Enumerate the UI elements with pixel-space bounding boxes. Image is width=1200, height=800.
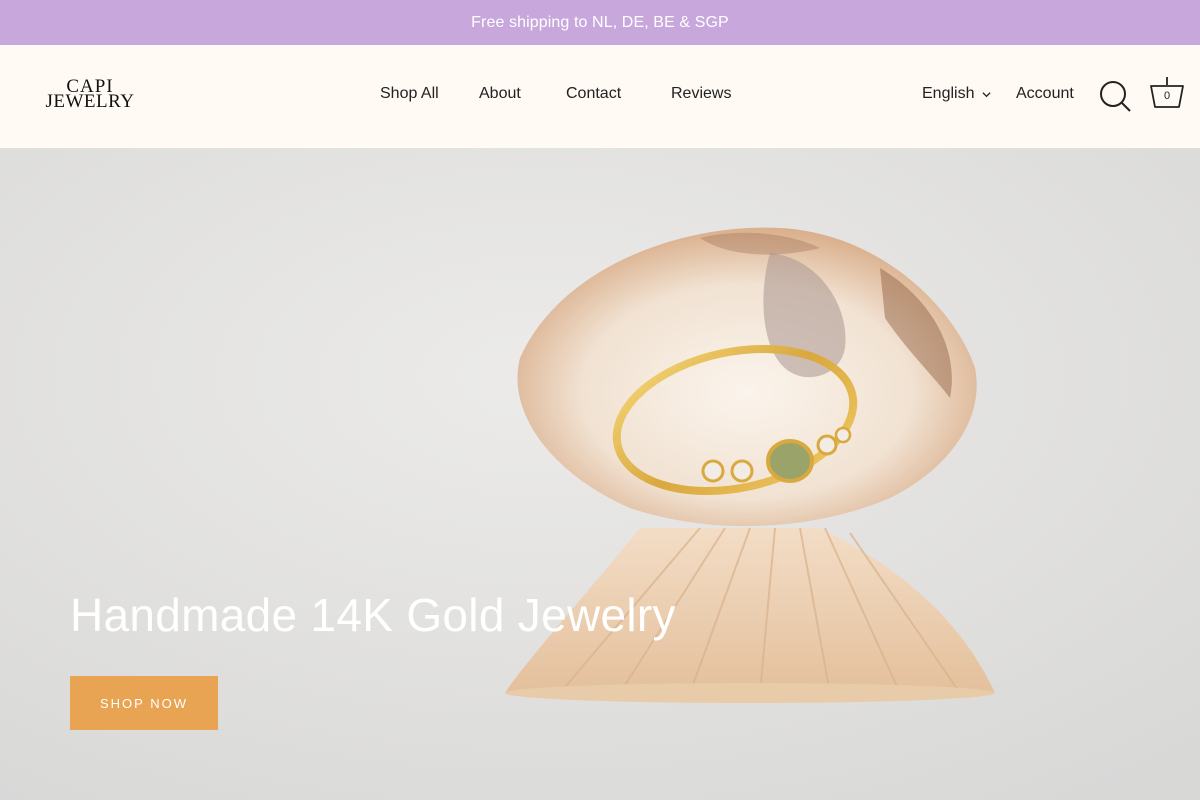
nav-shop-all[interactable]: Shop All [380, 85, 439, 103]
logo-line-2: JEWELRY [45, 91, 135, 112]
hero-title: Handmade 14K Gold Jewelry [70, 589, 676, 641]
shop-now-button[interactable]: SHOP NOW [70, 676, 218, 730]
chevron-down-icon [982, 91, 992, 97]
search-icon[interactable] [1098, 79, 1132, 113]
logo[interactable]: CAPI JEWELRY [40, 77, 140, 115]
nav-reviews[interactable]: Reviews [671, 85, 731, 103]
nav-about[interactable]: About [479, 85, 521, 103]
announcement-bar: Free shipping to NL, DE, BE & SGP [0, 0, 1200, 45]
announcement-text: Free shipping to NL, DE, BE & SGP [471, 13, 729, 31]
nav-contact[interactable]: Contact [566, 85, 621, 103]
language-selector[interactable]: English [922, 85, 992, 103]
cart-count: 0 [1163, 90, 1171, 102]
hero-banner: Handmade 14K Gold Jewelry SHOP NOW [0, 148, 1200, 800]
language-label: English [922, 85, 975, 102]
site-header: CAPI JEWELRY Shop All About Contact Revi… [0, 45, 1200, 148]
cart-button[interactable]: 0 [1148, 75, 1186, 115]
account-link[interactable]: Account [1016, 85, 1074, 103]
